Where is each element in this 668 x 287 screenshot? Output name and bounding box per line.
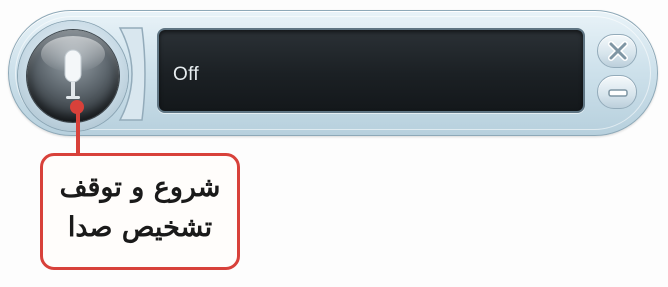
widget-separator <box>118 27 146 121</box>
status-display: Off <box>157 28 585 113</box>
screenshot-stage: Off شروع و توقف تشخیص صدا <box>0 0 668 287</box>
status-text: Off <box>173 64 199 85</box>
minimize-icon <box>608 89 628 97</box>
callout-line-2: تشخیص صدا <box>67 212 213 243</box>
close-icon <box>608 41 628 61</box>
callout-box: شروع و توقف تشخیص صدا <box>40 153 240 270</box>
minimize-button[interactable] <box>597 75 637 109</box>
callout-line-1: شروع و توقف <box>59 172 221 203</box>
close-button[interactable] <box>597 34 637 68</box>
microphone-icon <box>64 49 82 99</box>
callout-pointer-line <box>76 108 80 158</box>
